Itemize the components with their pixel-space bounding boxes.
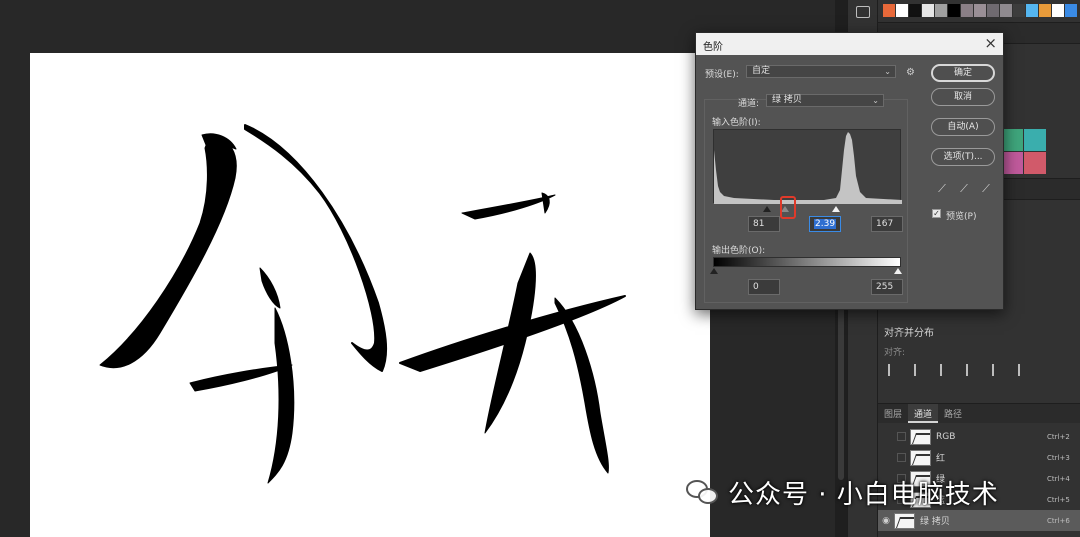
comment-icon[interactable] xyxy=(856,6,870,18)
output-black-handle[interactable] xyxy=(710,268,718,274)
swatch[interactable] xyxy=(1013,4,1025,17)
channel-name: 绿 拷贝 xyxy=(920,517,950,527)
channel-thumbnail xyxy=(910,428,931,445)
preset-label: 预设(E): xyxy=(705,70,739,80)
highlight-box xyxy=(780,196,796,219)
swatch[interactable] xyxy=(922,4,934,17)
swatch[interactable] xyxy=(1000,4,1012,17)
channel-value: 绿 拷贝 xyxy=(772,95,802,105)
document-canvas[interactable] xyxy=(30,53,710,537)
swatch[interactable] xyxy=(961,4,973,17)
gear-icon[interactable]: ⚙ xyxy=(906,67,915,78)
white-eyedropper-icon[interactable]: ⟋ xyxy=(980,183,992,195)
channel-thumbnail xyxy=(894,512,915,529)
black-eyedropper-icon[interactable]: ⟋ xyxy=(936,183,948,195)
dialog-title: 色阶 xyxy=(696,33,1003,55)
gray-eyedropper-icon[interactable]: ⟋ xyxy=(958,183,970,195)
channel-name: 红 xyxy=(936,454,946,464)
eye-icon[interactable]: ◉ xyxy=(878,516,894,526)
chevron-down-icon: ⌄ xyxy=(872,96,879,105)
preview-checkbox[interactable]: ✓ xyxy=(932,209,941,218)
input-gamma-value: 2.39 xyxy=(814,219,837,229)
visibility-box[interactable] xyxy=(897,432,906,441)
channel-shortcut: Ctrl+5 xyxy=(1047,495,1070,504)
channel-row[interactable]: ◉ 绿 拷贝 Ctrl+6 xyxy=(878,510,1080,531)
align-center-icon[interactable] xyxy=(914,364,926,376)
auto-button[interactable]: 自动(A) xyxy=(931,118,995,136)
output-gradient xyxy=(713,257,901,267)
input-slider[interactable] xyxy=(713,203,901,213)
ok-button[interactable]: 确定 xyxy=(931,64,995,82)
input-levels-label: 输入色阶(I): xyxy=(712,118,761,128)
input-black-field[interactable]: 81 xyxy=(748,216,780,232)
align-panel-title[interactable]: 对齐并分布 xyxy=(884,324,934,339)
swatches-row xyxy=(883,4,1077,17)
channel-name: RGB xyxy=(936,431,956,442)
histogram xyxy=(713,129,902,204)
swatch[interactable] xyxy=(1065,4,1077,17)
panel-tabs: 图层 通道 路径 xyxy=(878,403,1080,423)
swatch[interactable] xyxy=(1039,4,1051,17)
channel-shortcut: Ctrl+3 xyxy=(1047,453,1070,462)
chevron-down-icon: ⌄ xyxy=(884,67,891,76)
swatch[interactable] xyxy=(909,4,921,17)
input-white-field[interactable]: 167 xyxy=(871,216,903,232)
watermark-text: 公众号 · 小白电脑技术 xyxy=(728,480,999,510)
input-white-point-handle[interactable] xyxy=(832,206,841,212)
align-icons xyxy=(888,364,1030,376)
swatch[interactable] xyxy=(896,4,908,17)
channel-select[interactable]: 绿 拷贝 ⌄ xyxy=(766,94,884,107)
tab-paths[interactable]: 路径 xyxy=(938,404,968,423)
histogram-graph xyxy=(714,132,902,204)
close-icon[interactable]: × xyxy=(984,35,997,51)
align-right-icon[interactable] xyxy=(940,364,952,376)
channel-shortcut: Ctrl+4 xyxy=(1047,474,1070,483)
preset-select[interactable]: 自定 ⌄ xyxy=(746,65,896,78)
output-black-field[interactable]: 0 xyxy=(748,279,780,295)
output-white-field[interactable]: 255 xyxy=(871,279,903,295)
align-panel-subtitle: 对齐: xyxy=(884,348,906,358)
align-top-icon[interactable] xyxy=(966,364,978,376)
swatch[interactable] xyxy=(987,4,999,17)
swatch[interactable] xyxy=(1001,129,1023,151)
align-middle-icon[interactable] xyxy=(992,364,1004,376)
visibility-box[interactable] xyxy=(897,453,906,462)
channel-row[interactable]: RGB Ctrl+2 xyxy=(878,426,1080,447)
swatch[interactable] xyxy=(935,4,947,17)
swatch[interactable] xyxy=(1026,4,1038,17)
swatch[interactable] xyxy=(974,4,986,17)
channel-shortcut: Ctrl+6 xyxy=(1047,516,1070,525)
tab-layers[interactable]: 图层 xyxy=(878,404,908,423)
swatch[interactable] xyxy=(1001,152,1023,174)
align-bottom-icon[interactable] xyxy=(1018,364,1030,376)
watermark: 公众号 · 小白电脑技术 xyxy=(686,474,999,511)
swatch[interactable] xyxy=(883,4,895,17)
preset-value: 自定 xyxy=(752,66,771,76)
align-left-icon[interactable] xyxy=(888,364,900,376)
swatch[interactable] xyxy=(1052,4,1064,17)
swatch[interactable] xyxy=(1024,152,1046,174)
swatch[interactable] xyxy=(948,4,960,17)
preview-label: 预览(P) xyxy=(946,212,977,222)
swatch[interactable] xyxy=(1024,129,1046,151)
cancel-button[interactable]: 取消 xyxy=(931,88,995,106)
output-white-handle[interactable] xyxy=(894,268,902,274)
channel-row[interactable]: 红 Ctrl+3 xyxy=(878,447,1080,468)
tab-channels[interactable]: 通道 xyxy=(908,404,939,423)
input-black-point-handle[interactable] xyxy=(762,206,771,212)
input-gamma-field[interactable]: 2.39 xyxy=(809,216,841,232)
channel-thumbnail xyxy=(910,449,931,466)
wechat-icon xyxy=(686,478,720,508)
options-button[interactable]: 选项(T)... xyxy=(931,148,995,166)
channel-label: 通道: xyxy=(738,99,760,109)
calligraphy-artwork xyxy=(99,124,626,484)
channel-shortcut: Ctrl+2 xyxy=(1047,432,1070,441)
output-levels-label: 输出色阶(O): xyxy=(712,246,766,256)
levels-dialog: 色阶 × 预设(E): 自定 ⌄ ⚙ 确定 取消 自动(A) 选项(T)... … xyxy=(695,32,1004,310)
